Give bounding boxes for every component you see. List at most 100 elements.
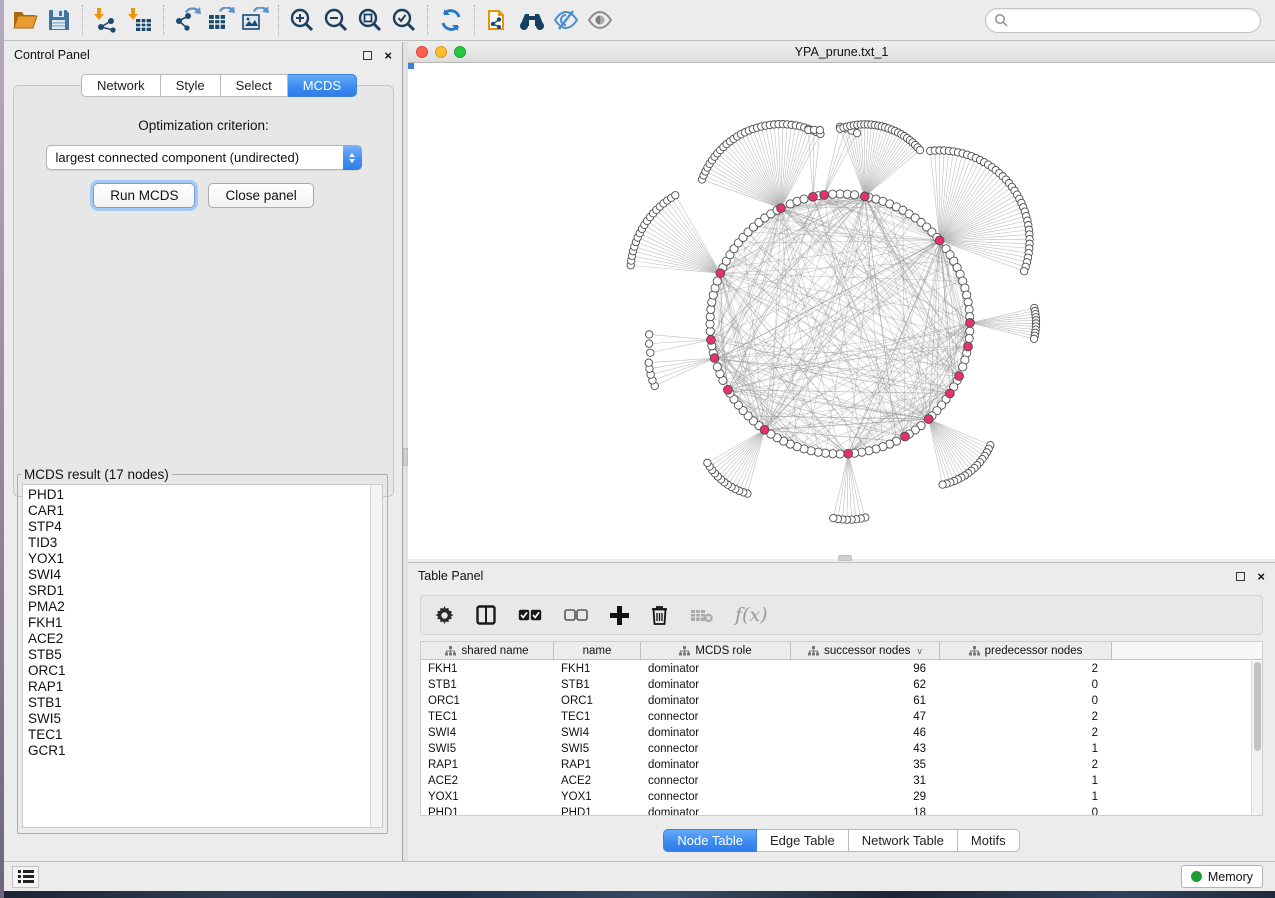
search-network-icon[interactable] [515, 4, 549, 36]
zoom-out-icon[interactable] [319, 4, 353, 36]
task-history-button[interactable] [12, 866, 39, 888]
mcds-result-item[interactable]: RAP1 [28, 679, 368, 695]
run-mcds-button[interactable]: Run MCDS [93, 183, 195, 208]
tab-select[interactable]: Select [221, 74, 288, 97]
mcds-result-item[interactable]: FKH1 [28, 615, 368, 631]
mcds-result-item[interactable]: ORC1 [28, 663, 368, 679]
mcds-result-item[interactable]: SRD1 [28, 583, 368, 599]
table-cell: 47 [791, 711, 940, 723]
close-panel-button[interactable]: Close panel [208, 183, 313, 208]
add-row-icon[interactable] [610, 606, 629, 625]
mcds-result-item[interactable]: YOX1 [28, 551, 368, 567]
network-window-titlebar: YPA_prune.txt_1 [408, 42, 1275, 63]
import-network-icon[interactable] [89, 4, 123, 36]
mcds-result-item[interactable]: STP4 [28, 519, 368, 535]
toolbar-separator [82, 5, 83, 35]
table-row[interactable]: FKH1FKH1dominator962 [421, 661, 1251, 677]
mcds-result-list[interactable]: PHD1CAR1STP4TID3YOX1SWI4SRD1PMA2FKH1ACE2… [28, 487, 368, 825]
table-cell: SWI5 [421, 743, 554, 755]
table-row[interactable]: SWI5SWI5connector431 [421, 741, 1251, 757]
table-row[interactable]: ACE2ACE2connector311 [421, 773, 1251, 789]
show-all-icon[interactable] [583, 4, 617, 36]
table-cell: PHD1 [554, 807, 641, 815]
mcds-result-title: MCDS result (17 nodes) [21, 467, 172, 482]
export-network-icon[interactable] [170, 4, 204, 36]
tab-network-table[interactable]: Network Table [849, 829, 958, 852]
minimize-window-icon[interactable] [435, 46, 447, 58]
table-row[interactable]: STB1STB1dominator620 [421, 677, 1251, 693]
float-window-icon[interactable] [363, 51, 372, 60]
table-cell: 1 [940, 791, 1112, 803]
column-header-shared-name[interactable]: shared name [421, 642, 554, 659]
settings-gear-icon[interactable] [435, 606, 454, 625]
mcds-result-item[interactable]: PHD1 [28, 487, 368, 503]
table-row[interactable]: YOX1YOX1connector291 [421, 789, 1251, 805]
hide-selected-icon[interactable] [549, 4, 583, 36]
export-image-icon[interactable] [238, 4, 272, 36]
optimization-select[interactable]: largest connected component (undirected) [46, 145, 362, 170]
network-graph[interactable] [408, 63, 1275, 559]
mcds-result-item[interactable]: STB5 [28, 647, 368, 663]
save-session-icon[interactable] [42, 4, 76, 36]
table-cell: dominator [641, 807, 791, 815]
mcds-result-item[interactable]: ACE2 [28, 631, 368, 647]
column-header-MCDS-role[interactable]: MCDS role [641, 642, 791, 659]
zoom-selected-icon[interactable] [387, 4, 421, 36]
float-window-icon[interactable] [1236, 572, 1245, 581]
tab-edge-table[interactable]: Edge Table [757, 829, 849, 852]
status-bar: Memory [0, 861, 1275, 891]
mcds-result-item[interactable]: TEC1 [28, 727, 368, 743]
column-header-name[interactable]: name [554, 642, 641, 659]
tab-motifs[interactable]: Motifs [958, 829, 1020, 852]
mcds-result-item[interactable]: TID3 [28, 535, 368, 551]
show-column-icon[interactable] [476, 605, 496, 625]
select-all-icon[interactable] [518, 609, 542, 622]
table-cell: ORC1 [421, 695, 554, 707]
mcds-result-item[interactable]: SWI4 [28, 567, 368, 583]
table-tabs: Node Table Edge Table Network Table Moti… [408, 829, 1275, 852]
apply-layout-icon[interactable] [434, 4, 468, 36]
mcds-list-scrollbar[interactable] [370, 485, 382, 827]
clear-table-icon[interactable] [690, 608, 713, 623]
network-canvas[interactable] [408, 63, 1275, 559]
close-panel-icon[interactable]: × [1257, 572, 1265, 581]
horizontal-splitter-handle[interactable] [838, 555, 852, 561]
zoom-in-icon[interactable] [285, 4, 319, 36]
table-cell: connector [641, 791, 791, 803]
tab-network[interactable]: Network [81, 74, 161, 97]
mcds-result-item[interactable]: GCR1 [28, 743, 368, 759]
zoom-fit-icon[interactable] [353, 4, 387, 36]
table-cell: FKH1 [554, 663, 641, 675]
tab-node-table[interactable]: Node Table [663, 829, 757, 852]
table-row[interactable]: RAP1RAP1dominator352 [421, 757, 1251, 773]
mcds-result-item[interactable]: PMA2 [28, 599, 368, 615]
delete-row-icon[interactable] [651, 605, 668, 625]
close-window-icon[interactable] [416, 46, 428, 58]
table-scrollbar[interactable] [1251, 661, 1262, 815]
search-input[interactable] [1013, 13, 1252, 27]
tab-mcds[interactable]: MCDS [288, 74, 357, 97]
table-cell: 1 [940, 743, 1112, 755]
table-cell: 2 [940, 727, 1112, 739]
column-header-predecessor-nodes[interactable]: predecessor nodes [940, 642, 1112, 659]
export-table-icon[interactable] [204, 4, 238, 36]
mcds-result-item[interactable]: STB1 [28, 695, 368, 711]
search-box[interactable] [985, 8, 1261, 33]
tab-style[interactable]: Style [161, 74, 221, 97]
scrollbar-thumb[interactable] [1254, 662, 1261, 751]
mcds-result-item[interactable]: SWI5 [28, 711, 368, 727]
table-row[interactable]: TEC1TEC1connector472 [421, 709, 1251, 725]
table-row[interactable]: ORC1ORC1dominator610 [421, 693, 1251, 709]
import-table-icon[interactable] [123, 4, 157, 36]
mcds-result-item[interactable]: CAR1 [28, 503, 368, 519]
open-file-icon[interactable] [8, 4, 42, 36]
column-header-successor-nodes[interactable]: successor nodesv [791, 642, 940, 659]
table-row[interactable]: SWI4SWI4dominator462 [421, 725, 1251, 741]
table-row[interactable]: PHD1PHD1dominator180 [421, 805, 1251, 815]
deselect-all-icon[interactable] [564, 609, 588, 622]
clone-network-icon[interactable] [481, 4, 515, 36]
function-builder-icon[interactable]: f(x) [735, 604, 768, 626]
memory-button[interactable]: Memory [1181, 865, 1263, 888]
maximize-window-icon[interactable] [454, 46, 466, 58]
close-panel-icon[interactable]: × [384, 51, 392, 60]
